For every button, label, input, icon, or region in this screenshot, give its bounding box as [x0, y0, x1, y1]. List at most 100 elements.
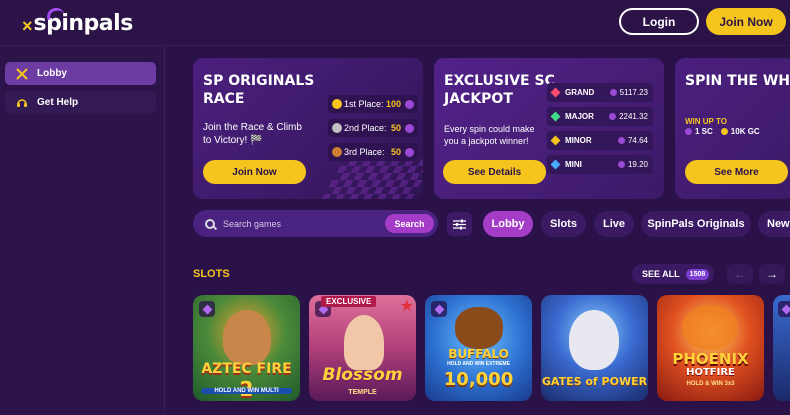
search-icon: [205, 218, 215, 229]
place-label: 2nd Place:: [344, 123, 387, 133]
promo-title-line: JACKPOT: [444, 91, 513, 107]
search-button[interactable]: Search: [385, 214, 434, 233]
sc-coin-icon: [609, 89, 617, 96]
sc-coin-icon: [617, 137, 625, 144]
sc-coin-icon: [405, 147, 414, 157]
logo-x-mark: ×: [22, 15, 33, 36]
game-card-buffalo-10000[interactable]: BUFFALO HOLD AND WIN EXTREME 10,000: [425, 295, 532, 401]
tier-amount: 2241.32: [619, 112, 648, 121]
sidebar-item-lobby[interactable]: Lobby: [5, 62, 156, 85]
tab-lobby[interactable]: Lobby: [483, 211, 533, 237]
game-title: Blossom: [322, 365, 403, 385]
gold-medal-icon: [332, 99, 342, 109]
bronze-medal-icon: [332, 147, 342, 157]
race-place-row: 3rd Place: 50: [328, 143, 418, 161]
see-details-button[interactable]: See Details: [443, 160, 546, 184]
see-all-label: SEE ALL: [642, 269, 680, 279]
tier-name: MINI: [565, 160, 582, 169]
search-input[interactable]: [223, 218, 385, 229]
game-subtitle: TEMPLE: [348, 389, 377, 396]
sidebar: Lobby Get Help: [0, 47, 165, 415]
game-card-phoenix-hotfire[interactable]: PHOENIX HOTFIRE HOLD & WIN 3x3: [657, 295, 764, 401]
top-header: × spinpals Login Join Now: [0, 0, 790, 46]
promo-title: SP ORIGINALS RACE: [203, 72, 314, 108]
promo-card-spin-wheel: SPIN THE WHI WIN UP TO 1 SC 10K GC See M…: [675, 58, 790, 199]
jackpot-tier-row: MINI 19.20: [547, 155, 653, 174]
sc-coin-icon: [405, 123, 414, 133]
game-subtitle: HOLD AND WIN EXTREME: [447, 361, 510, 367]
promo-description: Join the Race & Climb to Victory! 🏁: [203, 121, 302, 147]
exclusive-badge: EXCLUSIVE: [321, 296, 377, 307]
tier-amount: 5117.23: [619, 88, 648, 97]
tab-slots[interactable]: Slots: [541, 211, 586, 237]
slots-count-badge: 1508: [685, 268, 710, 280]
game-title: GATES of POWER: [541, 375, 648, 388]
game-card-aztec-fire-2[interactable]: AZTEC FIRE 2 HOLD AND WIN MULTI: [193, 295, 300, 401]
game-title-text: AZTEC FIRE: [201, 361, 292, 377]
see-more-button[interactable]: See More: [685, 160, 788, 184]
spin-prizes: 1 SC 10K GC: [685, 127, 760, 136]
gc-prize: 10K GC: [730, 127, 760, 136]
spinpals-logo[interactable]: × spinpals: [22, 5, 133, 38]
game-subtitle: HOLD AND WIN MULTI: [201, 388, 292, 394]
promo-desc-line: you a jackpot winner!: [444, 136, 529, 146]
tab-spinpals-originals[interactable]: SpinPals Originals: [641, 211, 751, 237]
promo-title: EXCLUSIVE SC JACKPOT: [444, 72, 555, 108]
tab-new[interactable]: New: [758, 211, 790, 237]
game-card-partial[interactable]: [773, 295, 790, 401]
game-card-gates-of-power[interactable]: GATES of POWER: [541, 295, 648, 401]
gem-icon: [550, 87, 561, 98]
login-button[interactable]: Login: [619, 8, 699, 35]
sidebar-item-get-help[interactable]: Get Help: [5, 91, 156, 114]
search-bar: Search: [193, 210, 438, 237]
place-value: 50: [390, 147, 401, 157]
gc-coin-icon: [720, 128, 728, 135]
sc-coin-icon: [405, 99, 414, 109]
tab-live[interactable]: Live: [594, 211, 634, 237]
sc-prize: 1 SC: [695, 127, 713, 136]
promo-description: Every spin could make you a jackpot winn…: [444, 123, 535, 147]
tier-amount: 19.20: [627, 160, 648, 169]
filter-sliders-button[interactable]: [447, 212, 472, 236]
checkered-flag-pattern: [321, 159, 423, 199]
next-arrow-button[interactable]: →: [759, 264, 785, 284]
gem-icon: [550, 159, 561, 170]
tier-name: GRAND: [565, 88, 595, 97]
game-character-art: [223, 310, 271, 365]
place-value: 100: [385, 99, 401, 109]
game-title: PHOENIX: [672, 350, 749, 368]
gem-icon: [550, 135, 561, 146]
prev-arrow-button[interactable]: ←: [727, 264, 753, 284]
gem-badge-icon: [778, 301, 790, 317]
race-place-row: 1st Place: 100: [328, 95, 418, 113]
join-now-button[interactable]: Join Now: [706, 8, 786, 35]
slots-section-title: SLOTS: [193, 268, 230, 280]
race-join-now-button[interactable]: Join Now: [203, 160, 306, 184]
race-place-row: 2nd Place: 50: [328, 119, 418, 137]
sc-coin-icon: [609, 113, 617, 120]
place-label: 1st Place:: [344, 99, 384, 109]
promo-desc-line: Join the Race & Climb: [203, 122, 302, 133]
promo-desc-line: Every spin could make: [444, 124, 535, 134]
promo-card-exclusive-jackpot: EXCLUSIVE SC JACKPOT Every spin could ma…: [434, 58, 664, 199]
sliders-icon: [453, 219, 466, 229]
game-character-art: [455, 307, 503, 349]
promo-title-line: EXCLUSIVE SC: [444, 73, 555, 89]
jackpot-tier-row: GRAND 5117.23: [547, 83, 653, 102]
place-value: 50: [390, 123, 401, 133]
game-title: BUFFALO: [448, 347, 509, 361]
sc-coin-icon: [685, 128, 692, 135]
headset-icon: [15, 96, 29, 110]
gem-badge-icon: [199, 301, 215, 317]
star-icon: ★: [399, 298, 414, 315]
silver-medal-icon: [332, 123, 342, 133]
game-character-art: [344, 315, 384, 370]
win-up-to-label: WIN UP TO: [685, 117, 727, 126]
game-title-number: 10,000: [443, 369, 514, 390]
jackpot-tier-row: MINOR 74.64: [547, 131, 653, 150]
tier-amount: 74.64: [627, 136, 648, 145]
tier-name: MINOR: [565, 136, 592, 145]
see-all-button[interactable]: SEE ALL 1508: [632, 264, 714, 284]
crossed-swords-icon: [15, 67, 29, 81]
game-card-blossom-temple[interactable]: EXCLUSIVE ★ Blossom TEMPLE: [309, 295, 416, 401]
